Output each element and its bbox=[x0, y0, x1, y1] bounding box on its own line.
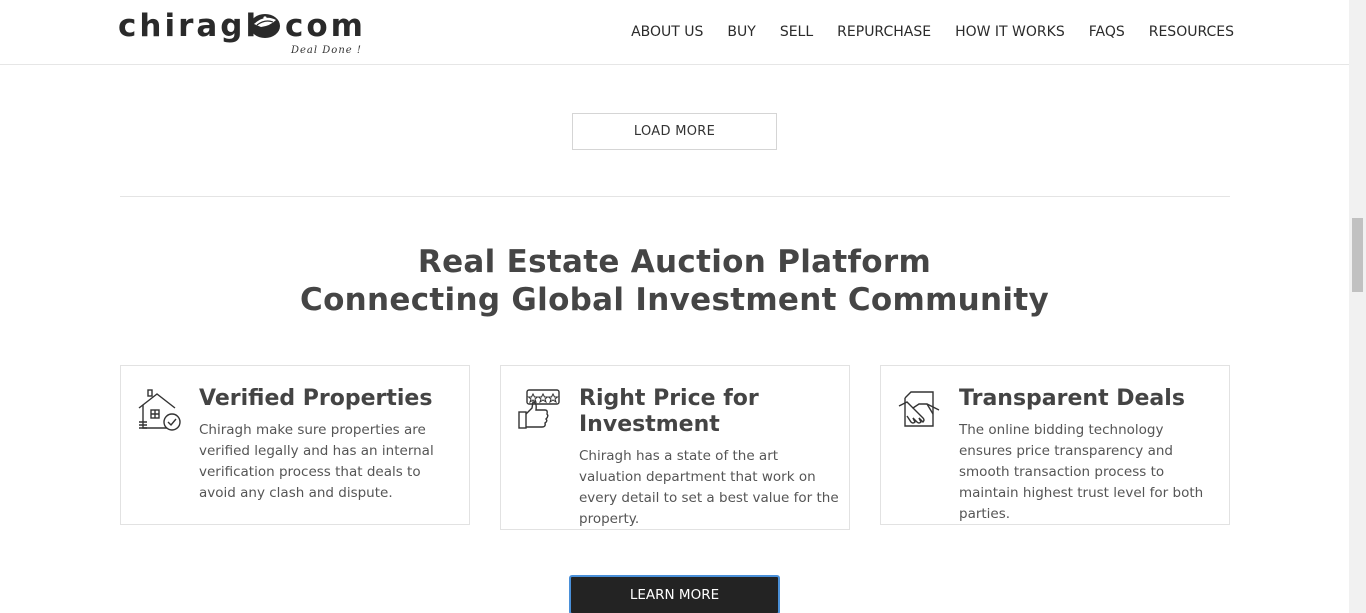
feature-card-verified: Verified Properties Chiragh make sure pr… bbox=[120, 365, 470, 525]
card-description: Chiragh make sure properties are verifie… bbox=[199, 422, 434, 501]
card-title: Verified Properties bbox=[199, 386, 433, 411]
card-title: Right Price for Investment bbox=[579, 386, 759, 437]
handshake-document-icon bbox=[898, 391, 940, 427]
load-more-button[interactable]: LOAD MORE bbox=[572, 113, 777, 150]
logo-word-com: com bbox=[285, 8, 366, 44]
feature-card-transparent: Transparent Deals The online bidding tec… bbox=[880, 365, 1230, 525]
nav-buy[interactable]: BUY bbox=[727, 22, 755, 42]
logo[interactable]: chiragh com Deal Done ! bbox=[118, 8, 363, 58]
site-header: chiragh com Deal Done ! ABOUT US BUY SEL… bbox=[0, 0, 1349, 65]
page-scrollbar[interactable] bbox=[1349, 0, 1366, 613]
feature-card-price: Right Price for Investment Chiragh has a… bbox=[500, 365, 850, 530]
nav-repurchase[interactable]: REPURCHASE bbox=[837, 22, 931, 42]
thumbs-up-rating-icon bbox=[518, 389, 560, 429]
scrollbar-thumb[interactable] bbox=[1352, 218, 1363, 292]
lamp-icon bbox=[250, 14, 280, 38]
section-headline: Real Estate Auction Platform Connecting … bbox=[0, 243, 1349, 319]
nav-faqs[interactable]: FAQS bbox=[1089, 22, 1125, 42]
verified-house-icon bbox=[138, 389, 181, 431]
headline-line-2: Connecting Global Investment Community bbox=[300, 282, 1049, 318]
main-nav: ABOUT US BUY SELL REPURCHASE HOW IT WORK… bbox=[607, 22, 1234, 42]
section-divider bbox=[120, 196, 1230, 197]
learn-more-button[interactable]: LEARN MORE bbox=[569, 575, 780, 613]
headline-line-1: Real Estate Auction Platform bbox=[417, 244, 932, 280]
card-description: Chiragh has a state of the art valuation… bbox=[579, 448, 839, 527]
card-title: Transparent Deals bbox=[959, 386, 1185, 411]
nav-resources[interactable]: RESOURCES bbox=[1149, 22, 1234, 42]
nav-how-it-works[interactable]: HOW IT WORKS bbox=[955, 22, 1065, 42]
logo-tagline: Deal Done ! bbox=[291, 45, 362, 56]
nav-about-us[interactable]: ABOUT US bbox=[631, 22, 703, 42]
nav-sell[interactable]: SELL bbox=[780, 22, 813, 42]
card-description: The online bidding technology ensures pr… bbox=[959, 422, 1204, 522]
